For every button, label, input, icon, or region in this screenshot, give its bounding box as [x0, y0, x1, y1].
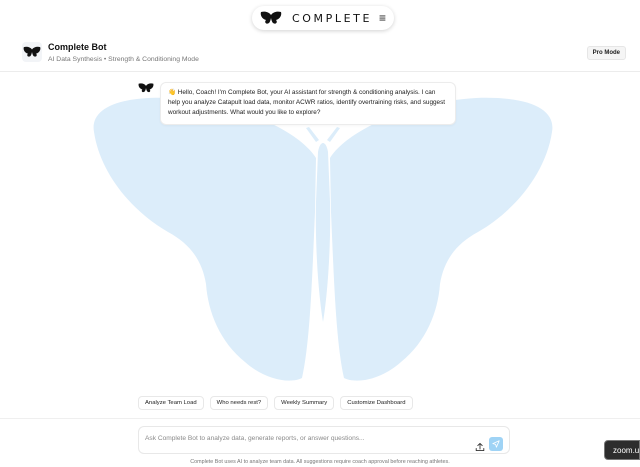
bot-subtitle: AI Data Synthesis • Strength & Condition… — [48, 56, 199, 63]
pro-mode-badge[interactable]: Pro Mode — [586, 46, 626, 60]
bot-avatar — [22, 42, 42, 62]
butterfly-logo-icon — [260, 11, 282, 24]
butterfly-watermark-icon — [93, 97, 553, 381]
hamburger-menu-icon[interactable]: ≡ — [379, 11, 386, 25]
send-icon — [492, 440, 500, 448]
app-window: COMPLETE ≡ Complete Bot AI Data Synthesi… — [0, 0, 640, 467]
butterfly-message-avatar-icon — [138, 83, 154, 93]
message-input[interactable] — [145, 432, 465, 444]
send-button[interactable] — [489, 437, 503, 451]
bot-message-bubble: 👋 Hello, Coach! I'm Complete Bot, your A… — [160, 82, 456, 125]
upload-button[interactable] — [475, 439, 487, 452]
quick-actions: Analyze Team Load Who needs rest? Weekly… — [138, 396, 413, 410]
chat-header: Complete Bot AI Data Synthesis • Strengt… — [0, 36, 640, 72]
upload-icon — [475, 442, 485, 452]
disclaimer-footer: Complete Bot uses AI to analyze team dat… — [190, 459, 450, 465]
brand-wordmark: COMPLETE — [292, 11, 373, 25]
zoom-overlay-tag[interactable]: zoom.us — [604, 440, 640, 460]
bot-name: Complete Bot — [48, 42, 107, 52]
butterfly-avatar-icon — [23, 46, 41, 57]
brand-logo-pill: COMPLETE ≡ — [252, 6, 394, 30]
chip-who-needs-rest[interactable]: Who needs rest? — [209, 396, 269, 410]
message-composer — [138, 426, 510, 454]
chip-analyze-team-load[interactable]: Analyze Team Load — [138, 396, 204, 410]
composer-divider — [0, 418, 640, 419]
chip-customize-dashboard[interactable]: Customize Dashboard — [340, 396, 413, 410]
chip-weekly-summary[interactable]: Weekly Summary — [274, 396, 335, 410]
